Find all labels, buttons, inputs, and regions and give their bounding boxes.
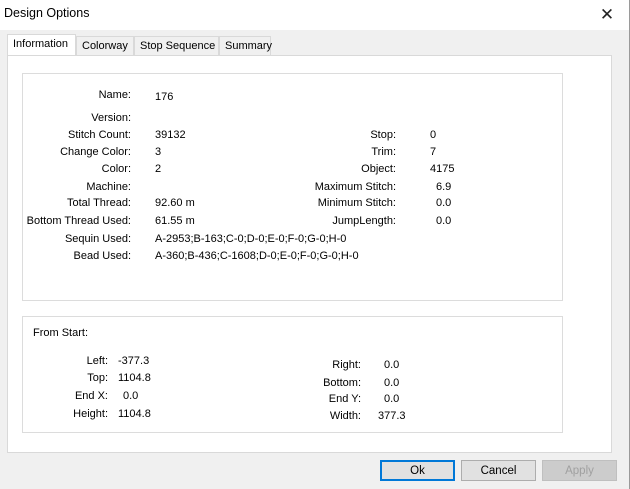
end-x-value: 0.0 — [123, 390, 139, 402]
stop-label: Stop: — [370, 129, 396, 141]
bottom-label: Bottom: — [323, 377, 361, 389]
change-color-value: 3 — [155, 146, 162, 158]
total-thread-label: Total Thread: — [66, 197, 131, 209]
title-bar: Design Options ✕ — [0, 0, 630, 30]
tab-information[interactable]: Information — [7, 34, 76, 55]
trim-value: 7 — [430, 146, 437, 158]
height-value: 1104.8 — [118, 408, 151, 420]
close-icon[interactable]: ✕ — [584, 0, 630, 30]
bottom-thread-used-label: Bottom Thread Used: — [26, 215, 131, 227]
top-value: 1104.8 — [118, 372, 151, 384]
name-value: 176 — [155, 91, 174, 103]
height-label: Height: — [73, 408, 108, 420]
ok-button[interactable]: Ok — [380, 460, 455, 481]
machine-label: Machine: — [86, 181, 131, 193]
minimum-stitch-label: Minimum Stitch: — [317, 197, 396, 209]
from-start-group: From Start: Left: -377.3 Top: 1104.8 End… — [22, 316, 563, 433]
sequin-used-value: A-2953;B-163;C-0;D-0;E-0;F-0;G-0;H-0 — [155, 233, 347, 245]
maximum-stitch-label: Maximum Stitch: — [314, 181, 396, 193]
object-label: Object: — [361, 163, 396, 175]
information-panel: Name: 176 Version: Stitch Count: 39132 C… — [7, 55, 612, 453]
top-label: Top: — [87, 372, 108, 384]
apply-button[interactable]: Apply — [542, 460, 617, 481]
total-thread-value: 92.60 m — [155, 197, 195, 209]
stitch-count-value: 39132 — [155, 129, 186, 141]
bottom-value: 0.0 — [384, 377, 400, 389]
width-label: Width: — [329, 410, 361, 422]
right-label: Right: — [332, 359, 361, 371]
color-value: 2 — [155, 163, 162, 175]
left-value: -377.3 — [118, 355, 150, 367]
cancel-button[interactable]: Cancel — [461, 460, 536, 481]
bead-used-value: A-360;B-436;C-1608;D-0;E-0;F-0;G-0;H-0 — [155, 250, 359, 262]
change-color-label: Change Color: — [60, 146, 131, 158]
name-label: Name: — [98, 89, 131, 101]
version-label: Version: — [91, 112, 131, 124]
sequin-used-label: Sequin Used: — [64, 233, 131, 245]
right-value: 0.0 — [384, 359, 400, 371]
end-x-label: End X: — [74, 390, 108, 402]
from-start-heading: From Start: — [33, 327, 89, 339]
trim-label: Trim: — [371, 146, 396, 158]
bead-used-label: Bead Used: — [73, 250, 131, 262]
tab-summary[interactable]: Summary — [219, 36, 272, 55]
window-title: Design Options — [4, 6, 90, 20]
bottom-thread-used-value: 61.55 m — [155, 215, 195, 227]
tab-stop-sequence[interactable]: Stop Sequence — [134, 36, 219, 55]
left-label: Left: — [86, 355, 108, 367]
minimum-stitch-value: 0.0 — [436, 197, 452, 209]
stitch-count-label: Stitch Count: — [68, 129, 131, 141]
width-value: 377.3 — [378, 410, 406, 422]
design-info-group: Name: 176 Version: Stitch Count: 39132 C… — [22, 73, 563, 301]
stop-value: 0 — [430, 129, 437, 141]
end-y-value: 0.0 — [384, 393, 400, 405]
color-label: Color: — [101, 163, 131, 175]
jump-length-label: JumpLength: — [332, 215, 396, 227]
end-y-label: End Y: — [328, 393, 361, 405]
tab-colorway[interactable]: Colorway — [76, 36, 134, 55]
maximum-stitch-value: 6.9 — [436, 181, 452, 193]
jump-length-value: 0.0 — [436, 215, 452, 227]
object-value: 4175 — [430, 163, 455, 175]
